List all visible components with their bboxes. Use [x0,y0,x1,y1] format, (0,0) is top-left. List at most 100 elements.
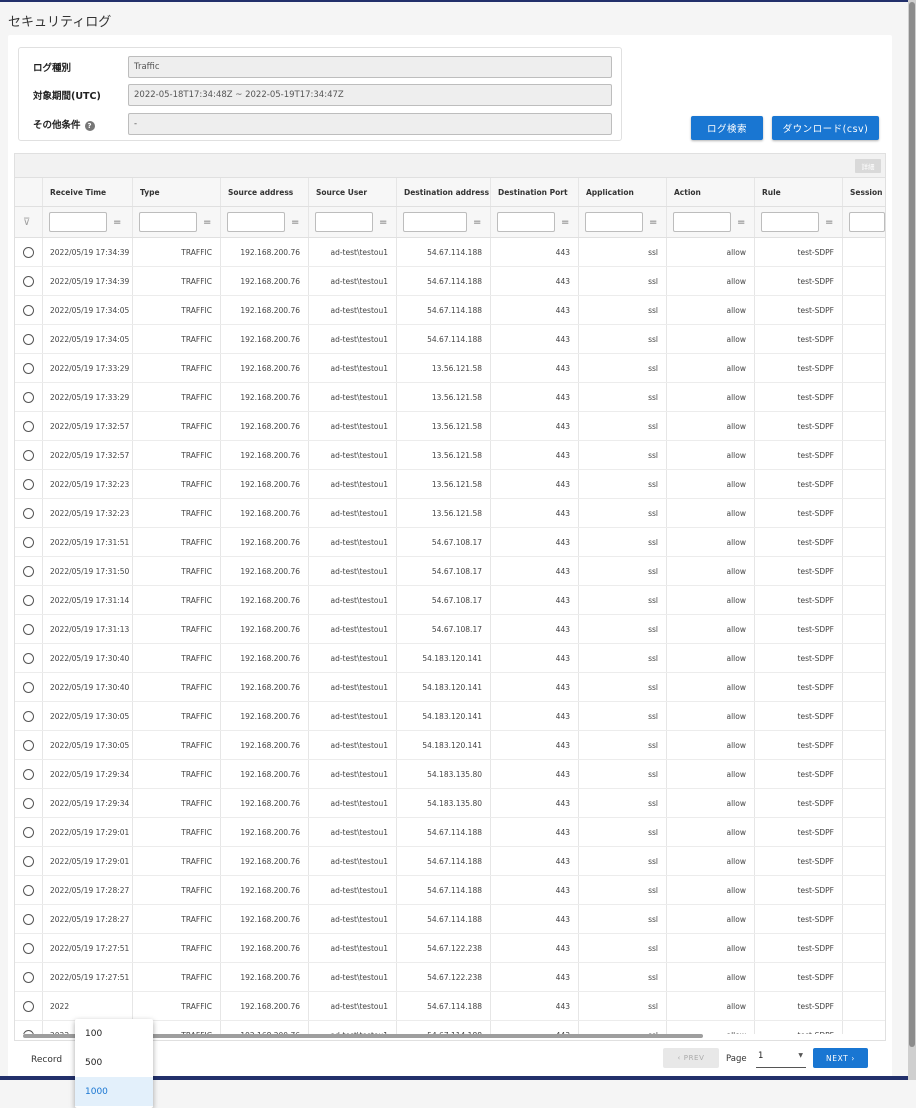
prev-page-button[interactable]: ‹ PREV [663,1048,719,1068]
table-row[interactable]: 2022/05/19 17:30:05TRAFFIC192.168.200.76… [15,702,886,731]
table-row[interactable]: 2022/05/19 17:34:05TRAFFIC192.168.200.76… [15,325,886,354]
filter-operator-icon[interactable]: = [113,217,121,228]
filter-clear-icon[interactable]: ⊽ [15,217,30,228]
help-circle-icon[interactable]: ? [85,121,95,131]
table-row[interactable]: 2022/05/19 17:29:34TRAFFIC192.168.200.76… [15,789,886,818]
row-radio[interactable] [23,479,34,490]
filter-operator-icon[interactable]: = [825,217,833,228]
row-radio[interactable] [23,421,34,432]
record-option-100[interactable]: 100 [75,1019,153,1048]
filter-input-destination-address[interactable] [403,212,467,232]
page-scrollbar[interactable] [908,0,916,1080]
row-radio[interactable] [23,392,34,403]
filter-input-source-address[interactable] [227,212,285,232]
row-radio[interactable] [23,363,34,374]
table-row[interactable]: 2022/05/19 17:30:05TRAFFIC192.168.200.76… [15,731,886,760]
table-row[interactable]: 2022/05/19 17:32:57TRAFFIC192.168.200.76… [15,412,886,441]
row-radio[interactable] [23,247,34,258]
row-radio[interactable] [23,740,34,751]
filter-operator-icon[interactable]: = [379,217,387,228]
row-radio[interactable] [23,827,34,838]
filter-input-receive-time[interactable] [49,212,107,232]
header-rule[interactable]: Rule [755,178,843,206]
table-row[interactable]: 2022/05/19 17:30:40TRAFFIC192.168.200.76… [15,644,886,673]
row-radio[interactable] [23,450,34,461]
table-row[interactable]: 2022/05/19 17:32:23TRAFFIC192.168.200.76… [15,499,886,528]
table-row[interactable]: 2022/05/19 17:28:27TRAFFIC192.168.200.76… [15,876,886,905]
header-session[interactable]: Session [843,178,886,206]
filter-input-type[interactable] [139,212,197,232]
record-option-1000[interactable]: 1000 [75,1077,153,1106]
table-row[interactable]: 2022/05/19 17:33:29TRAFFIC192.168.200.76… [15,354,886,383]
header-type[interactable]: Type [133,178,221,206]
table-row[interactable]: 2022/05/19 17:29:34TRAFFIC192.168.200.76… [15,760,886,789]
row-radio[interactable] [23,334,34,345]
filter-operator-icon[interactable]: = [649,217,657,228]
table-row[interactable]: 2022/05/19 17:32:57TRAFFIC192.168.200.76… [15,441,886,470]
table-row[interactable]: 2022/05/19 17:33:29TRAFFIC192.168.200.76… [15,383,886,412]
table-row[interactable]: 2022/05/19 17:34:05TRAFFIC192.168.200.76… [15,296,886,325]
row-radio[interactable] [23,537,34,548]
table-row[interactable]: 2022/05/19 17:27:51TRAFFIC192.168.200.76… [15,963,886,992]
header-destination-port[interactable]: Destination Port [491,178,579,206]
table-row[interactable]: 2022/05/19 17:29:01TRAFFIC192.168.200.76… [15,818,886,847]
detail-button[interactable]: 詳細 [855,159,881,173]
filter-operator-icon[interactable]: = [473,217,481,228]
cell-receive-time: 2022/05/19 17:31:13 [43,615,133,643]
table-row[interactable]: 2022/05/19 17:31:13TRAFFIC192.168.200.76… [15,615,886,644]
filter-operator-icon[interactable]: = [291,217,299,228]
row-radio[interactable] [23,914,34,925]
header-application[interactable]: Application [579,178,667,206]
cell-action: allow [667,528,755,556]
row-radio[interactable] [23,885,34,896]
table-row[interactable]: 2022/05/19 17:27:51TRAFFIC192.168.200.76… [15,934,886,963]
table-row[interactable]: 2022/05/19 17:34:39TRAFFIC192.168.200.76… [15,267,886,296]
record-option-500[interactable]: 500 [75,1048,153,1077]
table-row[interactable]: 2022/05/19 17:32:23TRAFFIC192.168.200.76… [15,470,886,499]
header-receive-time[interactable]: Receive Time [43,178,133,206]
row-radio[interactable] [23,624,34,635]
table-row[interactable]: 2022/05/19 17:31:51TRAFFIC192.168.200.76… [15,528,886,557]
filter-operator-icon[interactable]: = [203,217,211,228]
filter-input-action[interactable] [673,212,731,232]
header-source-address[interactable]: Source address [221,178,309,206]
page-scrollbar-thumb[interactable] [909,2,915,1047]
header-destination-address[interactable]: Destination address [397,178,491,206]
row-radio[interactable] [23,595,34,606]
table-row[interactable]: 2022/05/19 17:34:39TRAFFIC192.168.200.76… [15,238,886,267]
row-radio[interactable] [23,305,34,316]
table-row[interactable]: 2022/05/19 17:31:50TRAFFIC192.168.200.76… [15,557,886,586]
row-select-cell [15,383,43,411]
header-source-user[interactable]: Source User [309,178,397,206]
table-row[interactable]: 2022/05/19 17:31:14TRAFFIC192.168.200.76… [15,586,886,615]
row-radio[interactable] [23,711,34,722]
filter-input-application[interactable] [585,212,643,232]
page-select[interactable]: 1▼ [756,1048,806,1068]
row-radio[interactable] [23,769,34,780]
log-search-button[interactable]: ログ検索 [691,116,763,140]
filter-input-source-user[interactable] [315,212,373,232]
filter-operator-icon[interactable]: = [561,217,569,228]
row-radio[interactable] [23,566,34,577]
cond-other: その他条件? - [19,113,623,135]
table-row[interactable]: 2022/05/19 17:28:27TRAFFIC192.168.200.76… [15,905,886,934]
row-radio[interactable] [23,1001,34,1012]
row-radio[interactable] [23,276,34,287]
filter-input-destination-port[interactable] [497,212,555,232]
row-radio[interactable] [23,972,34,983]
filter-input-session[interactable] [849,212,885,232]
filter-input-rule[interactable] [761,212,819,232]
row-radio[interactable] [23,508,34,519]
row-radio[interactable] [23,943,34,954]
row-radio[interactable] [23,856,34,867]
filter-operator-icon[interactable]: = [737,217,745,228]
header-action[interactable]: Action [667,178,755,206]
row-radio[interactable] [23,798,34,809]
download-csv-button[interactable]: ダウンロード(csv) [772,116,879,140]
next-page-button[interactable]: NEXT › [813,1048,868,1068]
table-row[interactable]: 2022/05/19 17:30:40TRAFFIC192.168.200.76… [15,673,886,702]
row-radio[interactable] [23,653,34,664]
row-radio[interactable] [23,682,34,693]
table-row[interactable]: 2022/05/19 17:29:01TRAFFIC192.168.200.76… [15,847,886,876]
table-row[interactable]: 2022TRAFFIC192.168.200.76ad-test\testou1… [15,992,886,1021]
